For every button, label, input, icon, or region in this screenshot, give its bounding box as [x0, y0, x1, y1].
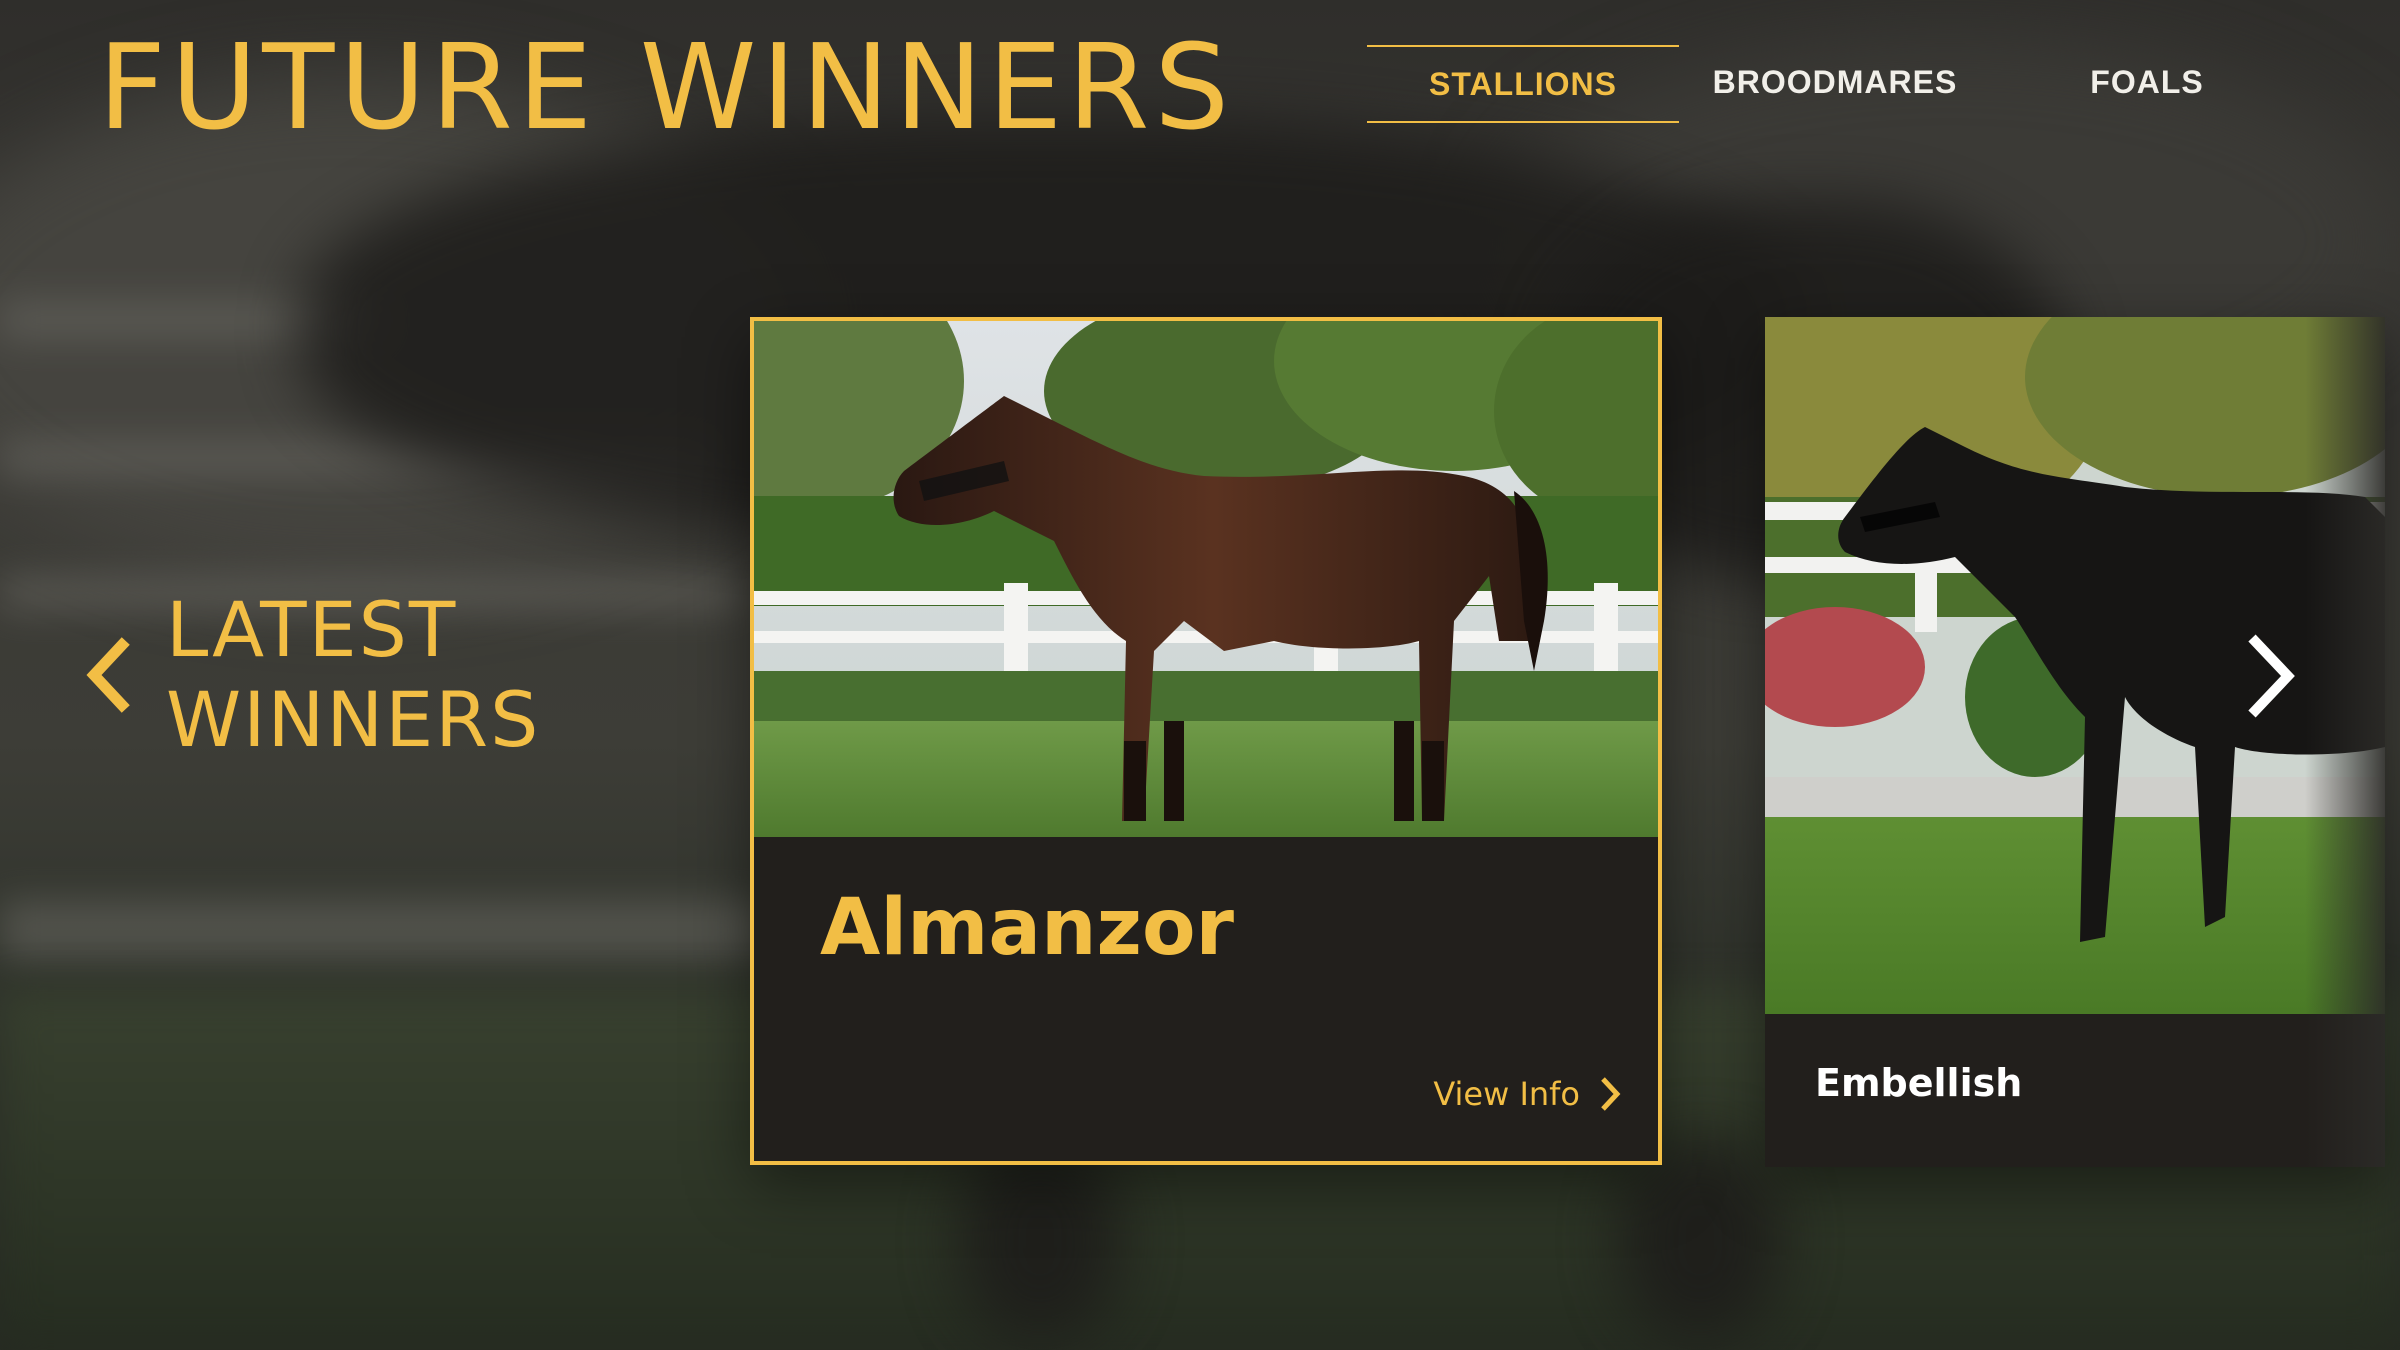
chevron-left-icon: [82, 635, 142, 715]
site-title[interactable]: FUTURE WINNERS: [98, 28, 1234, 146]
view-info-link[interactable]: View Info: [1433, 1075, 1622, 1113]
horse-name: Embellish: [1815, 1061, 2023, 1105]
nav-broodmares[interactable]: BROODMARES: [1679, 45, 1991, 119]
horse-name: Almanzor: [820, 883, 1234, 973]
prev-label-line2: WINNERS: [166, 675, 541, 764]
horse-card-embellish[interactable]: Embellish: [1765, 317, 2385, 1167]
main-nav: STALLIONS BROODMARES FOALS: [1367, 45, 2303, 123]
prev-latest-winners-button[interactable]: LATEST WINNERS: [82, 585, 540, 765]
view-info-label: View Info: [1433, 1075, 1580, 1113]
prev-label-line1: LATEST: [166, 585, 458, 674]
card-edge-fade: [2305, 317, 2385, 1167]
horse-card-almanzor[interactable]: Almanzor View Info: [750, 317, 1662, 1165]
chevron-right-icon: [1601, 1077, 1621, 1111]
chevron-right-icon: [2248, 634, 2295, 718]
prev-label: LATEST WINNERS: [166, 585, 540, 765]
horse-photo: [754, 321, 1658, 837]
nav-stallions[interactable]: STALLIONS: [1367, 45, 1679, 123]
nav-foals[interactable]: FOALS: [1991, 45, 2303, 119]
next-button[interactable]: [2240, 628, 2300, 724]
